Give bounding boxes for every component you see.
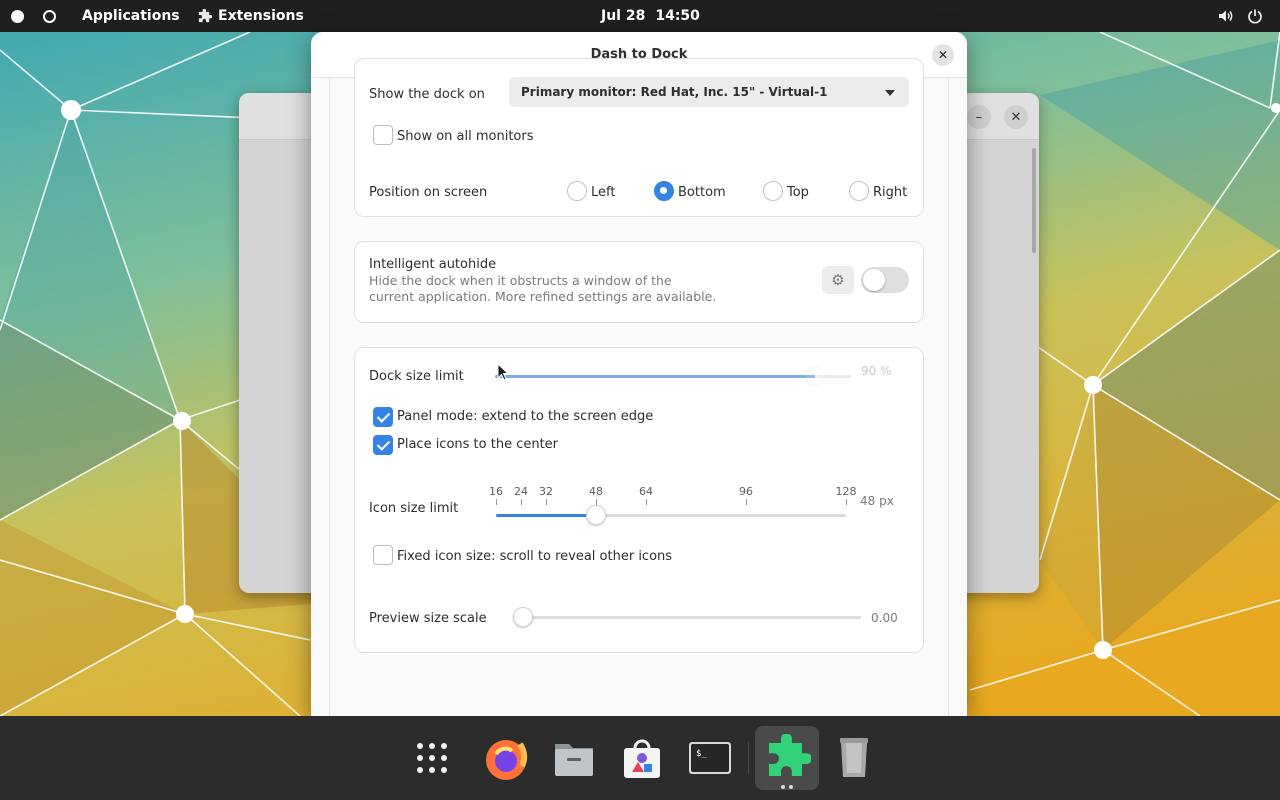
- app-grid-icon: [417, 743, 447, 773]
- top-bar: Applications Extensions Jul 28 14:50: [0, 0, 1280, 32]
- power-icon: [1248, 9, 1262, 24]
- icon-size-tick: [846, 499, 847, 505]
- icon-size-label: Icon size limit: [369, 501, 459, 516]
- position-top-radio[interactable]: [763, 181, 783, 201]
- dock: $_: [0, 716, 1280, 800]
- switch-knob: [863, 269, 885, 291]
- minimize-button[interactable]: –: [967, 105, 991, 129]
- extensions-button[interactable]: [755, 726, 819, 790]
- position-bottom-radio[interactable]: [654, 181, 674, 201]
- all-monitors-checkbox[interactable]: [373, 125, 393, 145]
- icon-size-tick-label: 32: [539, 485, 553, 498]
- trash-icon: [840, 738, 868, 777]
- volume-icon: [1219, 10, 1233, 22]
- close-icon: ✕: [1010, 109, 1022, 125]
- preview-size-slider[interactable]: [513, 616, 861, 619]
- minimize-icon: –: [975, 109, 983, 125]
- content-border-left: [329, 78, 330, 716]
- files-icon: [555, 744, 593, 776]
- trash-button[interactable]: [822, 726, 886, 790]
- workspace-active-dot: [11, 9, 24, 23]
- autohide-switch[interactable]: [861, 267, 909, 293]
- clock-date: Jul 28: [601, 8, 646, 24]
- all-monitors-label: Show on all monitors: [397, 129, 534, 144]
- close-button[interactable]: ✕: [1004, 105, 1028, 129]
- monitor-dropdown-value: Primary monitor: Red Hat, Inc. 15" - Vir…: [521, 85, 828, 99]
- position-card: Show the dock on Primary monitor: Red Ha…: [354, 58, 924, 217]
- icon-size-value: 48 px: [860, 494, 894, 508]
- dash-to-dock-dialog: Dash to Dock ✕ Show the dock on Primary …: [311, 32, 967, 716]
- dock-separator: [748, 742, 749, 774]
- running-indicator: [781, 785, 785, 789]
- position-bottom-label: Bottom: [678, 185, 726, 200]
- icon-size-tick: [546, 499, 547, 505]
- panel-mode-label: Panel mode: extend to the screen edge: [397, 409, 654, 424]
- software-icon: [624, 739, 660, 778]
- autohide-description-1: Hide the dock when it obstructs a window…: [369, 273, 672, 288]
- position-top-label: Top: [787, 185, 809, 200]
- preview-size-label: Preview size scale: [369, 611, 487, 626]
- extensions-menu[interactable]: Extensions: [197, 0, 304, 32]
- show-dock-on-label: Show the dock on: [369, 87, 485, 102]
- terminal-button[interactable]: $_: [678, 726, 742, 790]
- terminal-icon: $_: [689, 742, 731, 774]
- icon-size-tick: [496, 499, 497, 505]
- dock-size-fill: [495, 375, 815, 378]
- position-left-radio[interactable]: [567, 181, 587, 201]
- applications-menu[interactable]: Applications: [82, 0, 180, 32]
- workspace-indicator[interactable]: [11, 0, 56, 32]
- position-right-label: Right: [873, 185, 908, 200]
- clock-time: 14:50: [655, 8, 700, 24]
- puzzle-icon: [198, 8, 212, 22]
- background-scrollbar[interactable]: [1032, 148, 1036, 253]
- icon-size-tick-label: 96: [739, 485, 753, 498]
- icon-size-tick-label: 48: [589, 485, 603, 498]
- dialog-close-button[interactable]: ✕: [932, 44, 954, 66]
- firefox-icon: [486, 740, 528, 780]
- icon-size-tick: [646, 499, 647, 505]
- icon-size-handle[interactable]: [586, 505, 606, 525]
- mouse-pointer-icon: [497, 363, 509, 381]
- icon-size-tick-label: 64: [639, 485, 653, 498]
- autohide-title: Intelligent autohide: [369, 257, 497, 272]
- files-button[interactable]: [542, 726, 606, 790]
- icon-size-fill: [496, 514, 596, 517]
- icon-size-tick: [746, 499, 747, 505]
- clock[interactable]: Jul 28 14:50: [601, 0, 700, 32]
- system-menu[interactable]: [1217, 0, 1263, 32]
- extensions-icon: [769, 734, 811, 776]
- monitor-dropdown[interactable]: Primary monitor: Red Hat, Inc. 15" - Vir…: [509, 77, 909, 107]
- icon-size-tick: [521, 499, 522, 505]
- center-icons-checkbox[interactable]: [373, 435, 393, 455]
- autohide-settings-button[interactable]: ⚙: [822, 266, 854, 294]
- gear-icon: ⚙: [831, 271, 845, 289]
- fixed-icon-checkbox[interactable]: [373, 545, 393, 565]
- software-button[interactable]: [610, 726, 674, 790]
- extensions-menu-label: Extensions: [218, 8, 304, 24]
- preview-size-value: 0.00: [871, 611, 898, 625]
- firefox-button[interactable]: [474, 726, 538, 790]
- fixed-icon-label: Fixed icon size: scroll to reveal other …: [397, 549, 673, 564]
- position-right-radio[interactable]: [849, 181, 869, 201]
- size-card: Dock size limit 90 % Panel mode: extend …: [354, 347, 924, 653]
- workspace-inactive-dot: [43, 9, 56, 23]
- autohide-description-2: current application. More refined settin…: [369, 289, 717, 304]
- dock-size-value: 90 %: [861, 364, 892, 378]
- content-border-right: [948, 78, 949, 716]
- close-icon: ✕: [937, 48, 949, 62]
- position-label: Position on screen: [369, 185, 488, 200]
- autohide-card: Intelligent autohide Hide the dock when …: [354, 241, 924, 323]
- icon-size-tick-label: 128: [835, 485, 857, 498]
- app-grid-button[interactable]: [400, 726, 464, 790]
- dock-size-handle[interactable]: [805, 366, 825, 386]
- dock-size-label: Dock size limit: [369, 369, 464, 384]
- position-left-label: Left: [591, 185, 616, 200]
- preview-size-handle[interactable]: [513, 607, 533, 627]
- panel-mode-checkbox[interactable]: [373, 407, 393, 427]
- dialog-body: Show the dock on Primary monitor: Red Ha…: [311, 58, 967, 716]
- svg-text:$_: $_: [696, 749, 707, 759]
- dropdown-arrow-icon: [885, 90, 895, 96]
- running-indicator: [789, 785, 793, 789]
- center-icons-label: Place icons to the center: [397, 437, 559, 452]
